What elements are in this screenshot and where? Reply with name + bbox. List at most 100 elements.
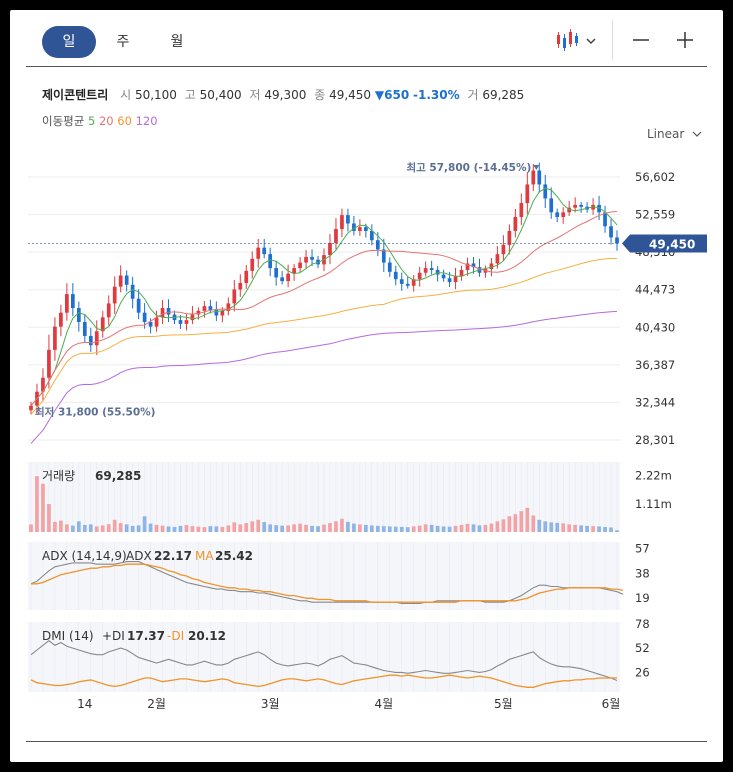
volume-bar bbox=[59, 520, 63, 532]
volume-bar bbox=[220, 526, 225, 532]
volume-bar bbox=[118, 523, 123, 532]
candle-body bbox=[214, 309, 219, 316]
volume-bar bbox=[304, 524, 308, 532]
candle-body bbox=[531, 170, 536, 185]
volume-bar bbox=[507, 516, 512, 532]
dmi-plus-value: 17.37 bbox=[127, 629, 165, 643]
x-tick-label: 14 bbox=[77, 697, 92, 711]
volume-bar bbox=[537, 519, 542, 532]
candle-body bbox=[393, 271, 398, 280]
volume-bar bbox=[214, 526, 219, 532]
volume-bar bbox=[393, 526, 398, 532]
volume-bar bbox=[405, 527, 410, 532]
volume-bar bbox=[166, 526, 171, 532]
volume-bar bbox=[369, 525, 374, 532]
volume-bar bbox=[148, 523, 153, 532]
candle-body bbox=[112, 286, 117, 304]
volume-bar bbox=[268, 524, 273, 532]
candle-body bbox=[549, 198, 554, 213]
candle-body bbox=[405, 283, 410, 286]
volume-bar bbox=[364, 524, 368, 532]
candle-body bbox=[495, 254, 500, 264]
adx-ma-label: MA bbox=[195, 549, 214, 563]
dmi-title: DMI (14) bbox=[42, 629, 94, 643]
adx-tick-label: 57 bbox=[635, 542, 650, 556]
volume-bar bbox=[579, 525, 583, 532]
candle-body bbox=[286, 273, 290, 282]
volume-bar bbox=[501, 519, 506, 532]
volume-bar bbox=[423, 524, 428, 532]
volume-bar bbox=[106, 524, 111, 532]
volume-bar bbox=[435, 525, 440, 532]
price-tick-label: 52,559 bbox=[635, 208, 675, 222]
volume-bar bbox=[280, 525, 284, 532]
candle-body bbox=[381, 249, 386, 263]
candle-body bbox=[609, 226, 613, 238]
volume-bar bbox=[136, 525, 141, 532]
volume-bar bbox=[29, 524, 33, 532]
volume-bar bbox=[94, 526, 99, 532]
adx-label: ADX bbox=[126, 549, 152, 563]
volume-bar bbox=[262, 522, 267, 532]
volume-bar bbox=[603, 526, 607, 532]
adx-value: 22.17 bbox=[154, 549, 192, 563]
candle-body bbox=[513, 216, 518, 231]
candle-body bbox=[166, 308, 171, 315]
candle-body bbox=[573, 204, 578, 208]
price-tick-label: 36,387 bbox=[635, 358, 675, 372]
candle-body bbox=[65, 294, 69, 313]
volume-bar bbox=[513, 514, 518, 532]
dmi-minus-label: -DI bbox=[167, 629, 184, 643]
volume-bar bbox=[495, 521, 500, 532]
volume-bar bbox=[525, 507, 530, 532]
candle-body bbox=[429, 268, 434, 270]
volume-bar bbox=[561, 523, 566, 532]
candle-body bbox=[328, 242, 332, 256]
adx-title: ADX (14,14,9) bbox=[42, 549, 127, 563]
volume-bar bbox=[615, 530, 619, 532]
candle-body bbox=[615, 237, 619, 244]
volume-bar bbox=[142, 516, 147, 532]
volume-bar bbox=[322, 524, 326, 532]
dmi-tick-label: 52 bbox=[635, 641, 650, 655]
candle-body bbox=[603, 212, 607, 227]
price-tick-label: 56,602 bbox=[635, 170, 675, 184]
min-price-marker: 최저 31,800 (55.50%) bbox=[35, 406, 155, 419]
candle-body bbox=[82, 321, 87, 336]
volume-current-value: 69,285 bbox=[95, 469, 141, 483]
volume-bar bbox=[41, 483, 45, 532]
price-tick-label: 44,473 bbox=[635, 283, 675, 297]
volume-bar bbox=[184, 525, 189, 532]
volume-bar bbox=[549, 522, 554, 532]
candle-body bbox=[543, 184, 548, 199]
candle-body bbox=[561, 212, 566, 217]
volume-bar bbox=[256, 519, 261, 532]
candle-body bbox=[537, 170, 542, 185]
volume-bar bbox=[316, 526, 320, 532]
volume-bar bbox=[543, 521, 548, 532]
volume-bar bbox=[346, 521, 350, 532]
adx-tick-label: 19 bbox=[635, 591, 650, 605]
ma20-line bbox=[30, 210, 618, 406]
price-chart[interactable]: 56,60252,55948,51644,47340,43036,38732,3… bbox=[10, 10, 723, 730]
candle-body bbox=[88, 335, 93, 346]
price-tick-label: 40,430 bbox=[635, 320, 675, 334]
volume-tick-label: 2.22m bbox=[635, 469, 672, 483]
volume-bar bbox=[441, 526, 446, 532]
volume-bar bbox=[597, 526, 601, 532]
volume-bar bbox=[328, 523, 332, 532]
volume-bar bbox=[411, 526, 416, 532]
volume-bar bbox=[399, 526, 404, 532]
candle-body bbox=[142, 312, 147, 322]
volume-bar bbox=[375, 525, 380, 532]
dmi-plus-label: +DI bbox=[102, 629, 125, 643]
volume-bar bbox=[178, 525, 183, 532]
candle-body bbox=[304, 256, 308, 263]
candle-body bbox=[94, 331, 99, 346]
candle-body bbox=[232, 289, 237, 304]
candle-body bbox=[256, 247, 261, 259]
candle-body bbox=[130, 284, 135, 299]
candle-body bbox=[202, 306, 207, 311]
volume-bar bbox=[298, 523, 302, 532]
candle-body bbox=[423, 268, 428, 273]
